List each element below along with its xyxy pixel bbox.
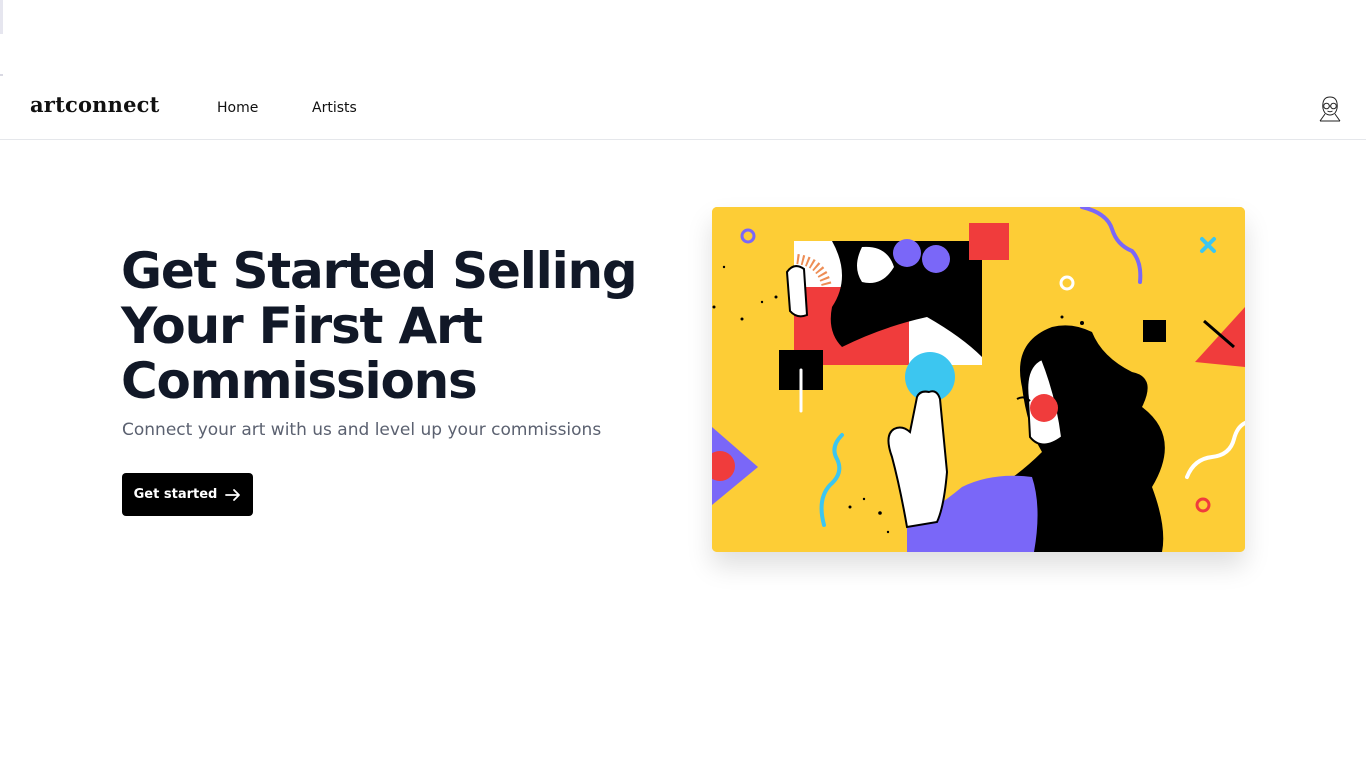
get-started-button[interactable]: Get started [122,473,253,516]
get-started-label: Get started [133,487,218,502]
landing-page: artconnect Home Artists Get Started Sell… [0,0,1366,768]
hero-illustration [712,207,1245,552]
window-edge-mark [0,0,3,34]
brand-logo[interactable]: artconnect [30,92,160,117]
hero-title: Get Started Selling Your First Art Commi… [121,242,638,410]
nav-link-artists[interactable]: Artists [312,100,357,116]
top-navbar: artconnect Home Artists [0,80,1366,140]
nav-link-home[interactable]: Home [217,100,258,116]
hero-subtitle: Connect your art with us and level up yo… [122,420,602,440]
arrow-right-icon [225,488,241,501]
user-avatar-icon[interactable] [1316,94,1344,124]
window-edge-dot [0,74,3,76]
